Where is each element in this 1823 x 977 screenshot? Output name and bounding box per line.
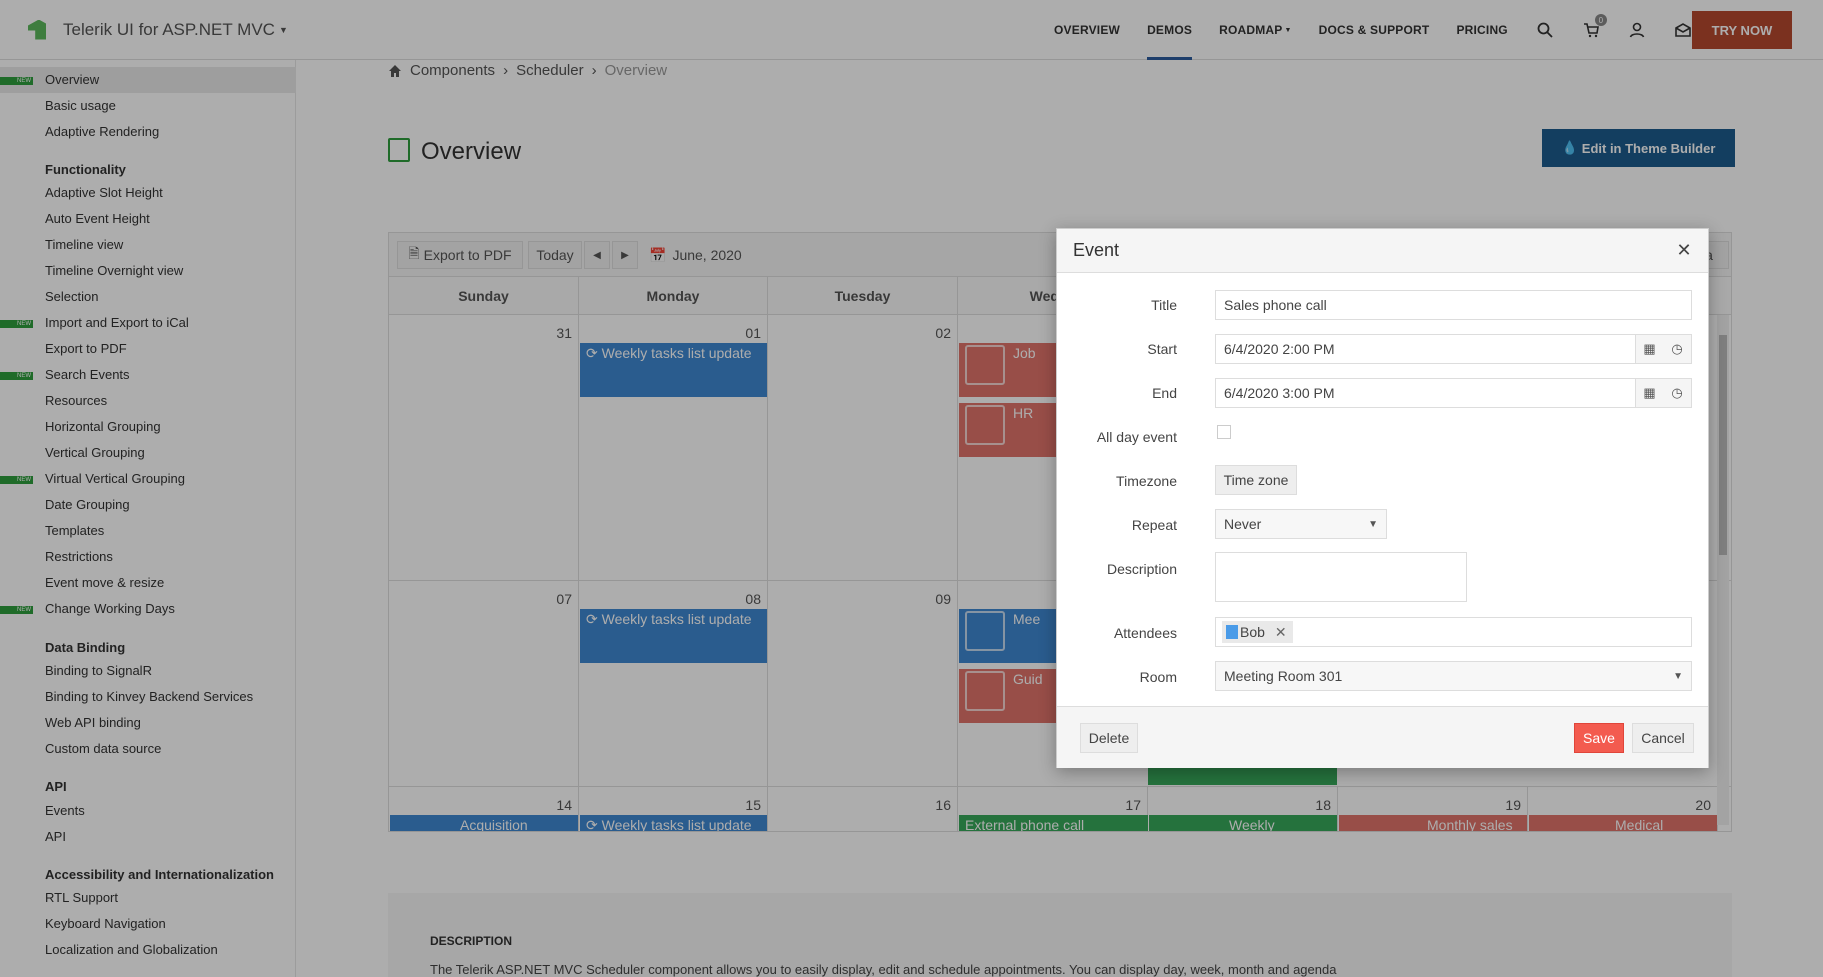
- end-value: 6/4/2020 3:00 PM: [1224, 385, 1335, 401]
- remove-tag-icon[interactable]: ✕: [1275, 624, 1287, 641]
- dialog-titlebar: Event ✕: [1057, 229, 1708, 273]
- attendee-tag: Bob ✕: [1222, 621, 1293, 643]
- clock-icon[interactable]: ◷: [1663, 379, 1691, 407]
- dropdown-arrow-icon: ▼: [1673, 671, 1683, 682]
- room-value: Meeting Room 301: [1224, 668, 1343, 684]
- label-room: Room: [1139, 669, 1177, 685]
- start-value: 6/4/2020 2:00 PM: [1224, 341, 1335, 357]
- label-description: Description: [1106, 561, 1177, 577]
- attendee-color-swatch: [1226, 625, 1238, 639]
- label-timezone: Timezone: [1116, 473, 1177, 489]
- repeat-value: Never: [1224, 516, 1262, 532]
- save-button[interactable]: Save: [1574, 723, 1624, 753]
- label-attendees: Attendees: [1113, 625, 1177, 641]
- timezone-button[interactable]: Time zone: [1215, 465, 1297, 495]
- calendar-icon[interactable]: ▦: [1635, 379, 1663, 407]
- dropdown-arrow-icon: ▼: [1368, 519, 1378, 530]
- label-all-day: All day event: [1096, 429, 1177, 445]
- title-input[interactable]: Sales phone call: [1215, 290, 1692, 320]
- repeat-dropdown[interactable]: Never ▼: [1215, 509, 1387, 539]
- clock-icon[interactable]: ◷: [1663, 335, 1691, 363]
- attendee-name: Bob: [1240, 624, 1265, 640]
- label-repeat: Repeat: [1131, 517, 1177, 533]
- event-dialog: Event ✕ Title Sales phone call Start 6/4…: [1056, 228, 1709, 768]
- dialog-title: Event: [1073, 240, 1120, 260]
- description-textarea[interactable]: [1215, 552, 1467, 602]
- start-datetime-input[interactable]: 6/4/2020 2:00 PM ▦ ◷: [1215, 334, 1692, 364]
- cancel-button[interactable]: Cancel: [1632, 723, 1694, 753]
- page: Telerik UI for ASP.NET MVC ▼ OVERVIEW DE…: [0, 0, 1823, 977]
- delete-button[interactable]: Delete: [1080, 723, 1138, 753]
- label-title: Title: [1151, 297, 1177, 313]
- label-start: Start: [1147, 341, 1177, 357]
- dialog-footer: Delete Save Cancel: [1057, 706, 1708, 768]
- all-day-checkbox[interactable]: [1217, 425, 1231, 439]
- attendees-multiselect[interactable]: Bob ✕: [1215, 617, 1692, 647]
- end-datetime-input[interactable]: 6/4/2020 3:00 PM ▦ ◷: [1215, 378, 1692, 408]
- label-end: End: [1152, 385, 1177, 401]
- close-icon[interactable]: ✕: [1674, 240, 1694, 260]
- room-dropdown[interactable]: Meeting Room 301 ▼: [1215, 661, 1692, 691]
- calendar-icon[interactable]: ▦: [1635, 335, 1663, 363]
